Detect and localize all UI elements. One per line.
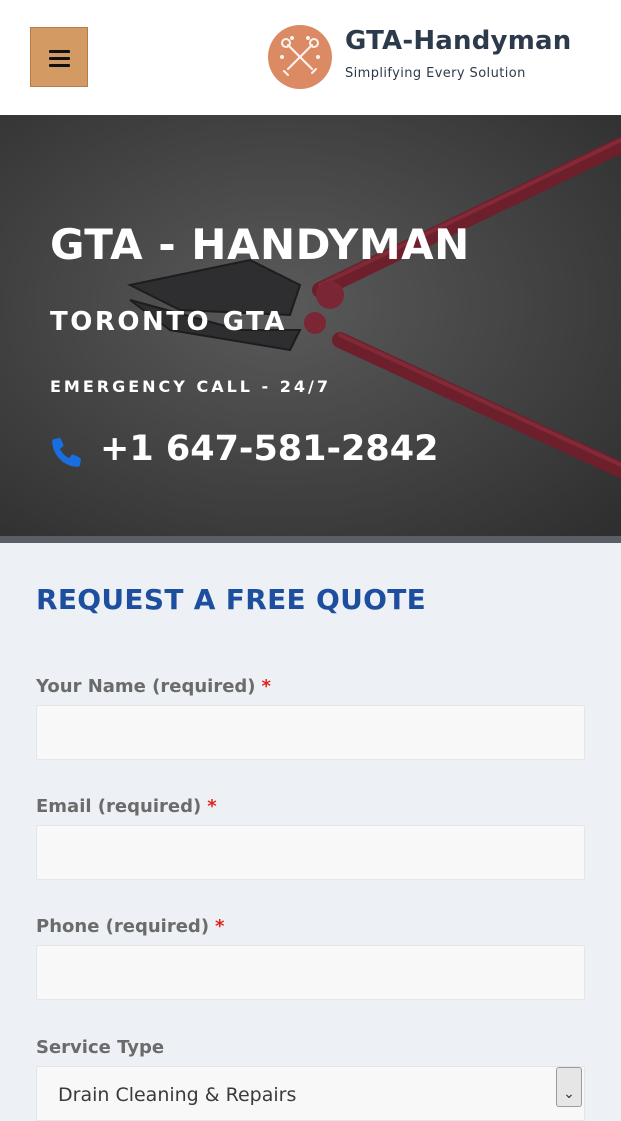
- hamburger-icon-bar: [49, 57, 70, 60]
- name-input[interactable]: [36, 705, 585, 760]
- site-header: GTA-Handyman Simplifying Every Solution: [0, 0, 621, 115]
- required-marker: *: [261, 676, 271, 697]
- name-label-text: Your Name (required): [36, 676, 256, 697]
- email-label: Email (required) *: [36, 796, 217, 817]
- quote-form-title: REQUEST A FREE QUOTE: [36, 583, 427, 616]
- hero-title: GTA - HANDYMAN: [50, 220, 470, 269]
- logo-title[interactable]: GTA-Handyman: [345, 26, 571, 56]
- hero-subtitle: TORONTO GTA: [50, 307, 287, 337]
- phone-input[interactable]: [36, 945, 585, 1000]
- emergency-call-text: EMERGENCY CALL - 24/7: [50, 377, 331, 396]
- phone-label: Phone (required) *: [36, 916, 224, 937]
- required-marker: *: [215, 916, 225, 937]
- logo[interactable]: [268, 25, 332, 89]
- menu-button[interactable]: [30, 27, 88, 87]
- hero-banner: GTA - HANDYMAN TORONTO GTA EMERGENCY CAL…: [0, 115, 621, 543]
- logo-tagline: Simplifying Every Solution: [345, 66, 526, 81]
- chevron-down-icon[interactable]: ⌄: [556, 1067, 582, 1107]
- phone-label-text: Phone (required): [36, 916, 210, 937]
- hero-divider: [0, 536, 621, 543]
- phone-icon: [52, 437, 81, 467]
- required-marker: *: [207, 796, 217, 817]
- service-type-value: Drain Cleaning & Repairs: [58, 1084, 297, 1106]
- email-input[interactable]: [36, 825, 585, 880]
- service-type-label: Service Type: [36, 1037, 165, 1058]
- hamburger-icon: [49, 50, 70, 53]
- hamburger-icon-bar: [49, 64, 70, 67]
- tools-icon: [280, 36, 320, 76]
- name-label: Your Name (required) *: [36, 676, 271, 697]
- phone-number-link[interactable]: +1 647-581-2842: [100, 429, 438, 469]
- service-type-select[interactable]: Drain Cleaning & Repairs ⌄: [36, 1066, 585, 1121]
- email-label-text: Email (required): [36, 796, 202, 817]
